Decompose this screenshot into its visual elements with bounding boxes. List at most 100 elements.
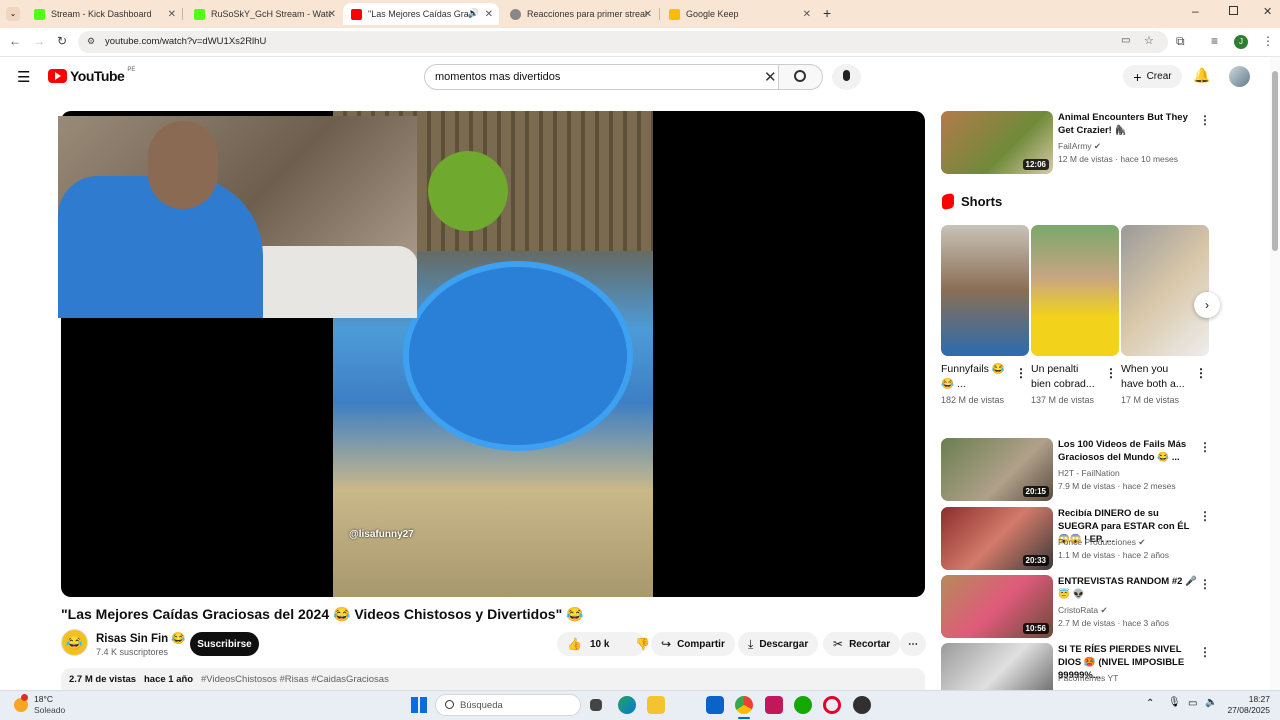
clock-time[interactable]: 18:27 <box>1238 694 1270 704</box>
reading-list-icon[interactable]: ≡ <box>1211 34 1218 48</box>
dislike-button[interactable]: 👎 <box>627 637 650 651</box>
microphone-icon[interactable]: 🎙 <box>1168 697 1181 708</box>
task-view-icon[interactable] <box>590 699 602 711</box>
clock-date[interactable]: 27/08/2025 <box>1224 705 1270 715</box>
channel-avatar[interactable]: 😂 <box>61 629 88 656</box>
create-button[interactable]: + Crear <box>1123 65 1182 88</box>
search-query-text[interactable]: momentos mas divertidos <box>435 71 560 83</box>
video-thumbnail[interactable] <box>941 643 1053 690</box>
chrome-icon[interactable] <box>735 696 753 714</box>
hamburger-menu-icon[interactable]: ☰ <box>17 68 30 86</box>
taskbar-search-input[interactable]: Búsqueda <box>435 694 581 716</box>
shorts-next-button[interactable]: › <box>1194 292 1220 318</box>
notifications-bell-icon[interactable]: 🔔 <box>1193 67 1210 84</box>
volume-icon[interactable]: 🔈 <box>1205 697 1217 708</box>
more-options-icon[interactable]: ⋮ <box>1015 366 1027 380</box>
short-title[interactable]: Funnyfails 😂😂 ... <box>941 362 1011 392</box>
video-thumbnail[interactable]: 10:56 <box>941 575 1053 638</box>
tab-kick-stream[interactable]: RuSoSkY_GcH Stream - Watch Li ✕ <box>186 3 342 25</box>
short-thumbnail[interactable] <box>941 225 1029 356</box>
minimize-button[interactable]: – <box>1192 4 1199 18</box>
short-card[interactable]: When you have both a... 17 M de vistas ⋮ <box>1121 225 1209 405</box>
video-title[interactable]: ENTREVISTAS RANDOM #2 🎤 😇 👽 <box>1058 575 1198 601</box>
edge-browser-icon[interactable] <box>618 696 636 714</box>
reload-icon[interactable]: ↻ <box>57 34 67 48</box>
chevron-up-icon[interactable]: ⌃ <box>1146 698 1154 709</box>
channel-name[interactable]: CristoRata ✔ <box>1058 605 1108 616</box>
video-thumbnail[interactable]: 20:15 <box>941 438 1053 501</box>
hashtags[interactable]: #VideosChistosos #Risas #CaidasGraciosas <box>201 674 389 685</box>
menu-kebab-icon[interactable]: ⋮ <box>1262 34 1274 48</box>
download-button[interactable]: ⤓ Descargar <box>738 632 819 656</box>
search-button[interactable] <box>779 64 823 90</box>
more-options-icon[interactable]: ⋮ <box>1105 366 1117 380</box>
short-title[interactable]: Un penalti bien cobrad... <box>1031 362 1101 392</box>
close-tab-icon[interactable]: ✕ <box>644 9 652 20</box>
bookmark-star-icon[interactable]: ☆ <box>1144 34 1154 47</box>
scrollbar-thumb[interactable] <box>1272 71 1278 251</box>
obs-icon[interactable] <box>853 696 871 714</box>
more-actions-button[interactable]: ⋯ <box>900 632 926 656</box>
tab-kick-dashboard[interactable]: Stream - Kick Dashboard ✕ <box>26 3 182 25</box>
weather-description[interactable]: Soleado <box>34 705 65 715</box>
share-button[interactable]: ↪ Compartir <box>651 632 735 656</box>
youtube-logo[interactable]: YouTube PE <box>48 67 135 84</box>
file-explorer-icon[interactable] <box>647 696 665 714</box>
account-avatar[interactable] <box>1229 66 1250 87</box>
tab-google-keep[interactable]: Google Keep ✕ <box>661 3 817 25</box>
network-icon[interactable]: ▭ <box>1188 698 1197 709</box>
close-window-button[interactable]: ✕ <box>1263 5 1272 18</box>
tab-reacciones[interactable]: Reacciones para primer stream ✕ <box>502 3 658 25</box>
url-text[interactable]: youtube.com/watch?v=dWU1Xs2RlhU <box>105 36 266 47</box>
video-thumbnail[interactable]: 20:33 <box>941 507 1053 570</box>
channel-name[interactable]: Pacomemes YT <box>1058 673 1118 683</box>
voice-search-button[interactable] <box>832 64 861 90</box>
more-options-icon[interactable]: ⋮ <box>1199 509 1211 523</box>
windows-start-icon[interactable] <box>411 697 427 713</box>
tab-search-button[interactable]: ⌄ <box>6 7 20 21</box>
extensions-icon[interactable]: ⧉ <box>1176 34 1185 49</box>
channel-name[interactable]: Ponce Producciones ✔ <box>1058 537 1145 548</box>
channel-name[interactable]: Risas Sin Fin 😂 <box>96 631 186 645</box>
channel-name[interactable]: FailArmy ✔ <box>1058 141 1101 152</box>
video-title[interactable]: Los 100 Videos de Fails Más Graciosos de… <box>1058 438 1198 464</box>
video-title[interactable]: Animal Encounters But They Get Crazier! … <box>1058 111 1198 137</box>
more-options-icon[interactable]: ⋮ <box>1199 577 1211 591</box>
search-input[interactable]: momentos mas divertidos ✕ <box>424 64 779 90</box>
short-thumbnail[interactable] <box>1121 225 1209 356</box>
close-tab-icon[interactable]: ✕ <box>328 9 336 20</box>
close-tab-icon[interactable]: ✕ <box>168 9 176 20</box>
short-thumbnail[interactable] <box>1031 225 1119 356</box>
short-title[interactable]: When you have both a... <box>1121 362 1191 392</box>
audio-playing-icon[interactable]: 🔊 <box>468 8 479 19</box>
back-arrow-icon[interactable]: ← <box>9 34 21 48</box>
channel-name[interactable]: H2T - FailNation <box>1058 468 1120 478</box>
address-bar[interactable]: ⚙ youtube.com/watch?v=dWU1Xs2RlhU ▭ ☆ <box>78 31 1168 53</box>
close-tab-icon[interactable]: ✕ <box>485 9 493 20</box>
install-app-icon[interactable]: ▭ <box>1121 35 1130 46</box>
clip-button[interactable]: ✂ Recortar <box>823 632 901 656</box>
maximize-button[interactable] <box>1229 6 1238 15</box>
opera-icon[interactable] <box>823 696 841 714</box>
weather-temperature[interactable]: 18°C <box>34 694 53 704</box>
new-tab-button[interactable]: + <box>823 5 831 21</box>
site-info-icon[interactable]: ⚙ <box>87 36 95 47</box>
short-card[interactable]: Un penalti bien cobrad... 137 M de vista… <box>1031 225 1119 405</box>
tab-youtube-video[interactable]: "Las Mejores Caídas Graciosas 🔊 ✕ <box>343 3 499 25</box>
recommended-video[interactable]: SI TE RÍES PIERDES NIVEL DIOS 🥵 (NIVEL I… <box>941 643 1211 690</box>
app-icon-red[interactable] <box>765 696 783 714</box>
subscribe-button[interactable]: Suscribirse <box>190 632 259 656</box>
page-scrollbar[interactable] <box>1270 57 1280 690</box>
more-options-icon[interactable]: ⋮ <box>1195 366 1207 380</box>
more-options-icon[interactable]: ⋮ <box>1199 113 1211 127</box>
more-options-icon[interactable]: ⋮ <box>1199 440 1211 454</box>
like-button[interactable]: 👍 10 k <box>557 637 609 651</box>
close-tab-icon[interactable]: ✕ <box>803 9 811 20</box>
outlook-icon[interactable] <box>706 696 724 714</box>
upwork-icon[interactable] <box>794 696 812 714</box>
more-options-icon[interactable]: ⋮ <box>1199 645 1211 659</box>
video-thumbnail[interactable]: 12:06 <box>941 111 1053 174</box>
short-card[interactable]: Funnyfails 😂😂 ... 182 M de vistas ⋮ <box>941 225 1029 405</box>
forward-arrow-icon[interactable]: → <box>33 34 45 48</box>
clear-search-icon[interactable]: ✕ <box>764 68 777 86</box>
